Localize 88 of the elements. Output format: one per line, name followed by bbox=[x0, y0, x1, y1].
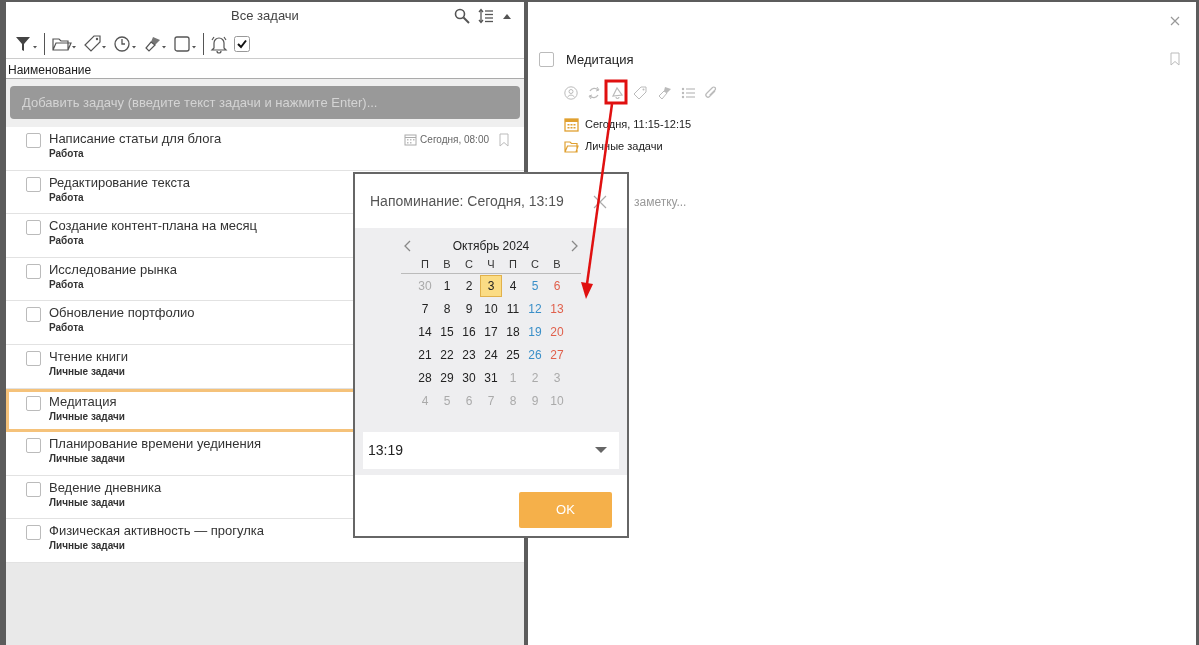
bookmark-icon[interactable] bbox=[498, 132, 510, 147]
collapse-caret-icon[interactable] bbox=[502, 12, 512, 20]
calendar-day[interactable]: 14 bbox=[414, 320, 436, 343]
task-checkbox[interactable] bbox=[26, 133, 41, 148]
task-category: Работа bbox=[49, 321, 85, 336]
column-header[interactable]: Наименование bbox=[6, 59, 524, 79]
show-completed-checkbox[interactable] bbox=[234, 36, 250, 52]
note-field[interactable]: заметку... bbox=[632, 192, 752, 212]
task-checkbox[interactable] bbox=[26, 438, 41, 454]
weekday-label: П bbox=[508, 257, 518, 272]
weekday-label: Ч bbox=[486, 257, 496, 272]
task-checkbox[interactable] bbox=[26, 176, 41, 192]
calendar-day[interactable]: 25 bbox=[502, 343, 524, 366]
calendar-day[interactable]: 24 bbox=[480, 343, 502, 366]
weekday-label: С bbox=[464, 257, 474, 272]
task-category: Личные задачи bbox=[49, 539, 126, 554]
brush-icon[interactable] bbox=[143, 34, 167, 54]
task-category: Работа bbox=[49, 190, 85, 205]
task-checkbox[interactable] bbox=[26, 525, 41, 541]
calendar-icon bbox=[564, 117, 579, 132]
list-title: Все задачи bbox=[231, 7, 299, 26]
next-month-icon[interactable] bbox=[571, 240, 579, 252]
paperclip-icon[interactable] bbox=[704, 85, 718, 100]
calendar-day[interactable]: 4 bbox=[502, 274, 524, 297]
calendar-day[interactable]: 17 bbox=[480, 320, 502, 343]
task-category: Личные задачи bbox=[49, 409, 125, 424]
task-row[interactable]: Написание статьи для блога Работа Сегодня, 08:00 bbox=[6, 127, 524, 171]
calendar-day[interactable]: 22 bbox=[436, 343, 458, 366]
calendar-day[interactable]: 29 bbox=[436, 366, 458, 389]
task-title: Редактирование текста bbox=[49, 174, 191, 191]
calendar-day[interactable]: 31 bbox=[480, 366, 502, 389]
calendar-icon bbox=[404, 133, 418, 146]
task-title: Планирование времени уединения bbox=[49, 436, 261, 453]
calendar-day[interactable]: 30 bbox=[458, 366, 480, 389]
task-checkbox[interactable] bbox=[26, 220, 41, 236]
task-title: Медитация bbox=[49, 393, 118, 410]
sort-icon[interactable] bbox=[478, 8, 494, 24]
task-checkbox[interactable] bbox=[26, 481, 41, 497]
calendar-day[interactable]: 28 bbox=[414, 366, 436, 389]
task-checkbox[interactable] bbox=[26, 263, 41, 279]
close-icon[interactable] bbox=[1170, 16, 1180, 26]
task-checkbox[interactable] bbox=[539, 52, 554, 68]
person-icon[interactable] bbox=[564, 85, 578, 100]
task-checkbox[interactable] bbox=[26, 350, 41, 366]
bookmark-icon[interactable] bbox=[1169, 52, 1181, 66]
calendar-day[interactable]: 1 bbox=[436, 274, 458, 297]
calendar-day[interactable]: 18 bbox=[502, 320, 524, 343]
task-title: Физическая активность — прогулка bbox=[49, 523, 264, 540]
list-icon[interactable] bbox=[681, 85, 695, 100]
dropdown-caret-icon bbox=[595, 446, 607, 454]
highlight-box bbox=[604, 79, 628, 105]
close-icon[interactable] bbox=[593, 195, 607, 209]
task-title: Обновление портфолио bbox=[49, 305, 195, 322]
repeat-icon[interactable] bbox=[587, 85, 601, 100]
task-category: Личные задачи bbox=[49, 452, 126, 467]
task-title: Ведение дневника bbox=[49, 479, 162, 496]
task-title: Медитация bbox=[566, 51, 634, 69]
weekday-label: П bbox=[420, 257, 430, 272]
weekday-label: С bbox=[530, 257, 540, 272]
calendar-day[interactable]: 15 bbox=[436, 320, 458, 343]
clock-icon[interactable] bbox=[113, 34, 137, 54]
bell-icon[interactable] bbox=[210, 34, 228, 54]
task-checkbox[interactable] bbox=[26, 395, 41, 411]
calendar-day[interactable]: 21 bbox=[414, 343, 436, 366]
task-title: Исследование рынка bbox=[49, 261, 177, 278]
folder-icon bbox=[564, 140, 579, 153]
task-category: Работа bbox=[49, 234, 85, 249]
task-title: Чтение книги bbox=[49, 348, 129, 365]
task-category: Работа bbox=[49, 147, 85, 161]
search-icon[interactable] bbox=[454, 8, 470, 24]
calendar-day[interactable]: 3 bbox=[480, 274, 502, 297]
weekday-label: В bbox=[442, 257, 452, 272]
task-category: Личные задачи bbox=[49, 364, 126, 379]
task-category: Личные задачи bbox=[49, 495, 126, 510]
calendar-day[interactable]: 2 bbox=[458, 274, 480, 297]
calendar-day[interactable]: 23 bbox=[458, 343, 480, 366]
task-title: Написание статьи для блога bbox=[49, 131, 222, 147]
previous-month-icon[interactable] bbox=[403, 240, 411, 252]
square-icon[interactable] bbox=[173, 34, 197, 54]
tag-icon[interactable] bbox=[83, 34, 107, 54]
calendar-day[interactable]: 16 bbox=[458, 320, 480, 343]
task-title: Создание контент-плана на месяц bbox=[49, 218, 258, 235]
time-dropdown[interactable]: 13:19 bbox=[363, 431, 619, 469]
filter-icon[interactable] bbox=[14, 34, 38, 54]
task-checkbox[interactable] bbox=[26, 307, 41, 323]
weekday-label: В bbox=[552, 257, 562, 272]
due-date: Сегодня, 08:00 bbox=[420, 133, 489, 147]
task-category: Работа bbox=[49, 277, 85, 292]
